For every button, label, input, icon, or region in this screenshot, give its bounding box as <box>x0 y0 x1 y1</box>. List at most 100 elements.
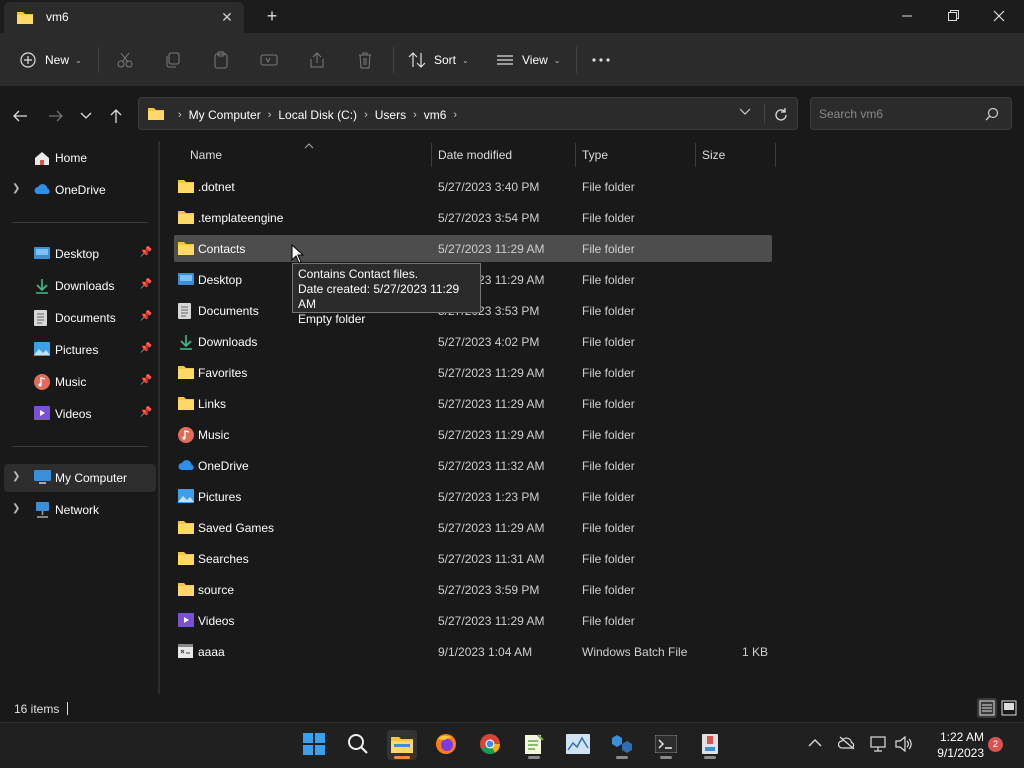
pin-icon[interactable]: 📌 <box>140 375 152 386</box>
taskbar-firefox[interactable] <box>431 730 461 760</box>
file-row[interactable]: Videos 5/27/2023 11:29 AM File folder <box>174 607 772 634</box>
pin-icon[interactable]: 📌 <box>140 279 152 290</box>
column-separator[interactable] <box>575 143 576 167</box>
pin-icon[interactable]: 📌 <box>140 247 152 258</box>
taskbar-search-button[interactable] <box>343 730 373 760</box>
tiles-view-button[interactable] <box>999 698 1019 718</box>
chevron-right-icon[interactable]: ❯ <box>12 183 20 194</box>
file-row[interactable]: Favorites 5/27/2023 11:29 AM File folder <box>174 359 772 386</box>
more-options-button[interactable] <box>592 47 610 73</box>
file-row[interactable]: Links 5/27/2023 11:29 AM File folder <box>174 390 772 417</box>
forward-button[interactable] <box>46 106 66 126</box>
tooltip: Contains Contact files. Date created: 5/… <box>292 263 481 326</box>
taskbar-archive-app[interactable] <box>695 730 725 760</box>
file-row[interactable]: aaaa 9/1/2023 1:04 AM Windows Batch File 1 … <box>174 638 772 665</box>
sidebar-item-desktop[interactable]: Desktop 📌 <box>4 240 156 268</box>
breadcrumb-separator[interactable]: › <box>268 109 272 121</box>
sidebar-item-network[interactable]: ❯ Network <box>4 496 156 524</box>
file-date-modified: 5/27/2023 11:31 AM <box>438 552 545 566</box>
breadcrumb-separator[interactable]: › <box>413 109 417 121</box>
pin-icon[interactable]: 📌 <box>140 311 152 322</box>
address-dropdown-icon[interactable] <box>739 106 751 121</box>
sort-button[interactable]: Sort ⌄ <box>408 47 469 73</box>
close-window-button[interactable] <box>976 0 1022 32</box>
file-row[interactable]: Saved Games 5/27/2023 11:29 AM File folder <box>174 514 772 541</box>
sidebar-item-music[interactable]: Music 📌 <box>4 368 156 396</box>
file-row[interactable]: Pictures 5/27/2023 1:23 PM File folder <box>174 483 772 510</box>
delete-button[interactable] <box>356 47 374 73</box>
minimize-button[interactable] <box>884 0 930 32</box>
sidebar-item-home[interactable]: Home <box>4 144 156 172</box>
arrow-left-icon <box>12 110 28 128</box>
column-separator[interactable] <box>695 143 696 167</box>
file-row[interactable]: source 5/27/2023 3:59 PM File folder <box>174 576 772 603</box>
column-separator[interactable] <box>775 143 776 167</box>
breadcrumb-users[interactable]: Users <box>375 108 406 122</box>
clock[interactable]: 1:22 AM 9/1/2023 <box>924 729 984 761</box>
network-tray-button[interactable] <box>870 736 888 755</box>
column-separator[interactable] <box>431 143 432 167</box>
file-row[interactable]: Contacts 5/27/2023 11:29 AM File folder <box>174 235 772 262</box>
file-row[interactable]: .dotnet 5/27/2023 3:40 PM File folder <box>174 173 772 200</box>
up-button[interactable] <box>106 106 126 126</box>
share-button[interactable] <box>308 47 326 73</box>
details-view-button[interactable] <box>977 698 997 718</box>
chevron-down-icon: ⌄ <box>75 55 82 65</box>
taskbar-chrome[interactable] <box>475 730 505 760</box>
address-bar[interactable]: › My Computer › Local Disk (C:) › Users … <box>138 97 798 130</box>
breadcrumb-local-disk[interactable]: Local Disk (C:) <box>278 108 357 122</box>
chevron-right-icon[interactable]: ❯ <box>12 503 20 514</box>
chevron-right-icon[interactable]: ❯ <box>12 471 20 482</box>
file-row[interactable]: OneDrive 5/27/2023 11:32 AM File folder <box>174 452 772 479</box>
sidebar-item-my-computer[interactable]: ❯ My Computer <box>4 464 156 492</box>
column-size[interactable]: Size <box>702 148 725 162</box>
sidebar-item-documents[interactable]: Documents 📌 <box>4 304 156 332</box>
recent-locations-button[interactable] <box>76 106 96 126</box>
search-input[interactable] <box>819 106 979 122</box>
sidebar-item-onedrive[interactable]: ❯ OneDrive <box>4 176 156 204</box>
copy-button[interactable] <box>164 47 182 73</box>
column-name[interactable]: Name <box>190 148 222 162</box>
share-icon <box>308 51 326 69</box>
search-box[interactable] <box>810 97 1012 130</box>
sidebar-item-videos[interactable]: Videos 📌 <box>4 400 156 428</box>
start-button[interactable] <box>299 730 329 760</box>
rename-button[interactable] <box>260 47 278 73</box>
taskbar-terminal[interactable] <box>651 730 681 760</box>
taskbar-resource-monitor[interactable] <box>563 730 593 760</box>
file-row[interactable]: Downloads 5/27/2023 4:02 PM File folder <box>174 328 772 355</box>
taskbar-app-cluster[interactable] <box>607 730 637 760</box>
search-icon[interactable] <box>985 107 999 124</box>
file-row[interactable]: .templateengine 5/27/2023 3:54 PM File fol… <box>174 204 772 231</box>
breadcrumb-vm6[interactable]: vm6 <box>424 108 447 122</box>
column-type[interactable]: Type <box>582 148 608 162</box>
notification-badge[interactable]: 2 <box>988 737 1003 752</box>
breadcrumb-separator[interactable]: › <box>453 109 457 121</box>
volume-tray-button[interactable] <box>895 735 913 755</box>
taskbar-notepad-plus[interactable] <box>519 730 549 760</box>
onedrive-tray-button[interactable] <box>837 736 856 753</box>
sidebar-item-pictures[interactable]: Pictures 📌 <box>4 336 156 364</box>
file-row[interactable]: Music 5/27/2023 11:29 AM File folder <box>174 421 772 448</box>
breadcrumb-separator[interactable]: › <box>178 109 182 121</box>
show-hidden-icons-button[interactable] <box>808 736 822 751</box>
file-row[interactable]: Searches 5/27/2023 11:31 AM File folder <box>174 545 772 572</box>
new-tab-button[interactable]: + <box>262 6 282 26</box>
sidebar-item-downloads[interactable]: Downloads 📌 <box>4 272 156 300</box>
maximize-button[interactable] <box>930 0 976 32</box>
arrow-right-icon <box>48 110 64 128</box>
new-button[interactable]: New ⌄ <box>20 47 82 73</box>
tab-vm6[interactable]: vm6 ✕ <box>4 2 244 33</box>
breadcrumb-my-computer[interactable]: My Computer <box>189 108 261 122</box>
view-button[interactable]: View ⌄ <box>496 47 561 73</box>
refresh-icon[interactable] <box>773 104 789 127</box>
column-date-modified[interactable]: Date modified <box>438 148 512 162</box>
cut-button[interactable] <box>116 47 134 73</box>
pin-icon[interactable]: 📌 <box>140 343 152 354</box>
back-button[interactable] <box>10 106 30 126</box>
breadcrumb-separator[interactable]: › <box>364 109 368 121</box>
pin-icon[interactable]: 📌 <box>140 407 152 418</box>
paste-button[interactable] <box>212 47 230 73</box>
close-tab-icon[interactable]: ✕ <box>218 8 236 26</box>
taskbar-file-explorer[interactable] <box>387 730 417 760</box>
